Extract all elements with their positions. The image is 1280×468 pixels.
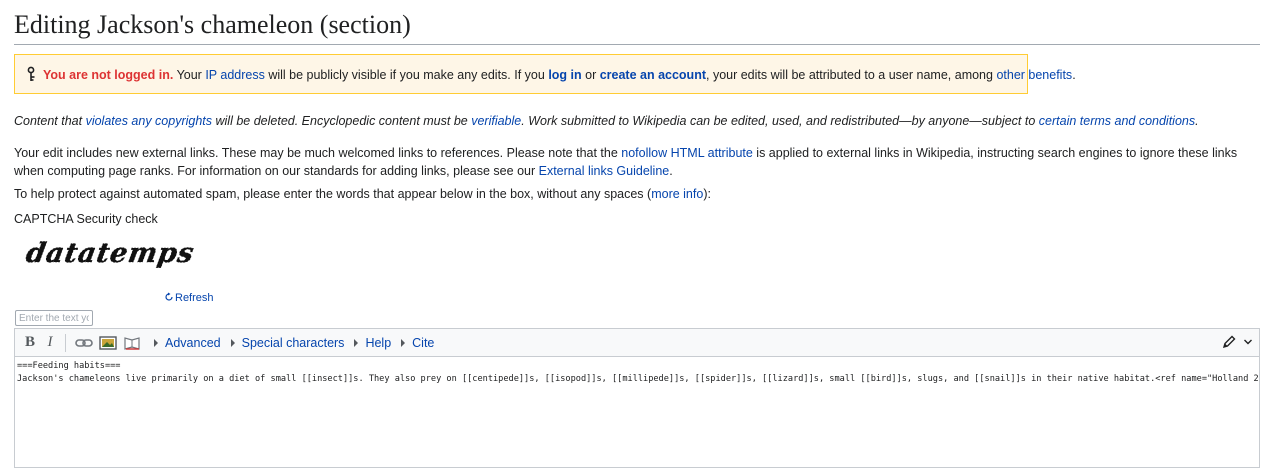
ip-address-link[interactable]: IP address [205, 68, 265, 82]
copyright-text: . Work submitted to Wikipedia can be edi… [521, 114, 1039, 128]
wikitext-editor: B I Advanced Special characters Help Cit… [14, 328, 1260, 468]
copyright-text: . [1195, 114, 1199, 128]
external-links-guideline-link[interactable]: External links Guideline [539, 164, 670, 178]
help-menu[interactable]: Help [354, 330, 391, 356]
violates-copyrights-link[interactable]: violates any copyrights [86, 114, 212, 128]
cite-menu[interactable]: Cite [401, 330, 434, 356]
spam-text: To help protect against automated spam, … [14, 187, 652, 201]
toolbar-divider [65, 333, 66, 352]
more-info-link[interactable]: more info [651, 187, 703, 201]
reference-button[interactable] [120, 330, 144, 356]
extlinks-text: . [669, 164, 673, 178]
page-title: Editing Jackson's chameleon (section) [14, 8, 1260, 45]
triangle-right-icon [401, 338, 406, 347]
login-notice: You are not logged in. Your IP address w… [14, 54, 1076, 94]
wikitext-line: ===Feeding habits=== [17, 361, 121, 371]
embedded-file-icon [99, 335, 117, 350]
copyright-text: will be deleted. Encyclopedic content mu… [212, 114, 472, 128]
advanced-menu-label: Advanced [165, 335, 221, 350]
cite-menu-label: Cite [412, 335, 435, 350]
other-benefits-link[interactable]: other benefits [996, 68, 1072, 82]
not-logged-in-warning: You are not logged in. [43, 68, 174, 82]
italic-button[interactable]: I [41, 330, 59, 356]
copyright-text: Content that [14, 114, 86, 128]
captcha-input[interactable] [15, 310, 93, 326]
triangle-right-icon [230, 338, 235, 347]
captcha-refresh-button[interactable]: Refresh [164, 292, 214, 304]
log-in-link[interactable]: log in [548, 68, 581, 82]
key-icon [27, 66, 35, 81]
notice-text: or [581, 68, 600, 82]
notice-text: will be publicly visible if you make any… [264, 68, 549, 82]
special-characters-menu-label: Special characters [241, 335, 345, 350]
advanced-menu[interactable]: Advanced [154, 330, 221, 356]
chevron-down-icon[interactable] [1243, 338, 1253, 346]
external-links-notice: Your edit includes new external links. T… [14, 144, 1264, 180]
notice-text: . [1072, 68, 1076, 82]
spam-text: ): [703, 187, 711, 201]
nofollow-link[interactable]: nofollow HTML attribute [621, 146, 753, 160]
refresh-label[interactable]: Refresh [175, 292, 214, 304]
wikitext-line: Jackson's chameleons live primarily on a… [17, 374, 1259, 384]
captcha-label: CAPTCHA Security check [14, 212, 158, 226]
verifiable-link[interactable]: verifiable [471, 114, 521, 128]
link-button[interactable] [72, 330, 96, 356]
pencil-icon[interactable] [1221, 334, 1237, 350]
editor-toolbar: B I Advanced Special characters Help Cit… [15, 329, 1259, 357]
extlinks-text: Your edit includes new external links. T… [14, 146, 622, 160]
refresh-icon [165, 292, 173, 301]
toolbar-right [1221, 329, 1253, 355]
bold-button[interactable]: B [19, 330, 41, 356]
captcha-image: datatemps [24, 237, 198, 269]
link-icon [75, 338, 93, 347]
captcha-text: datatemps [24, 237, 197, 269]
special-characters-menu[interactable]: Special characters [230, 330, 345, 356]
reference-icon [124, 336, 140, 350]
embedded-file-button[interactable] [96, 330, 120, 356]
create-account-link[interactable]: create an account [600, 68, 706, 82]
terms-conditions-link[interactable]: certain terms and conditions [1039, 114, 1195, 128]
copyright-warning: Content that violates any copyrights wil… [14, 114, 1199, 128]
help-menu-label: Help [365, 335, 392, 350]
notice-text: , your edits will be attributed to a use… [706, 68, 997, 82]
wikitext-textarea[interactable]: ===Feeding habits=== Jackson's chameleons… [15, 357, 1259, 467]
triangle-right-icon [154, 338, 158, 347]
triangle-right-icon [354, 338, 359, 347]
notice-text: Your [173, 68, 206, 82]
spam-notice: To help protect against automated spam, … [14, 187, 711, 201]
